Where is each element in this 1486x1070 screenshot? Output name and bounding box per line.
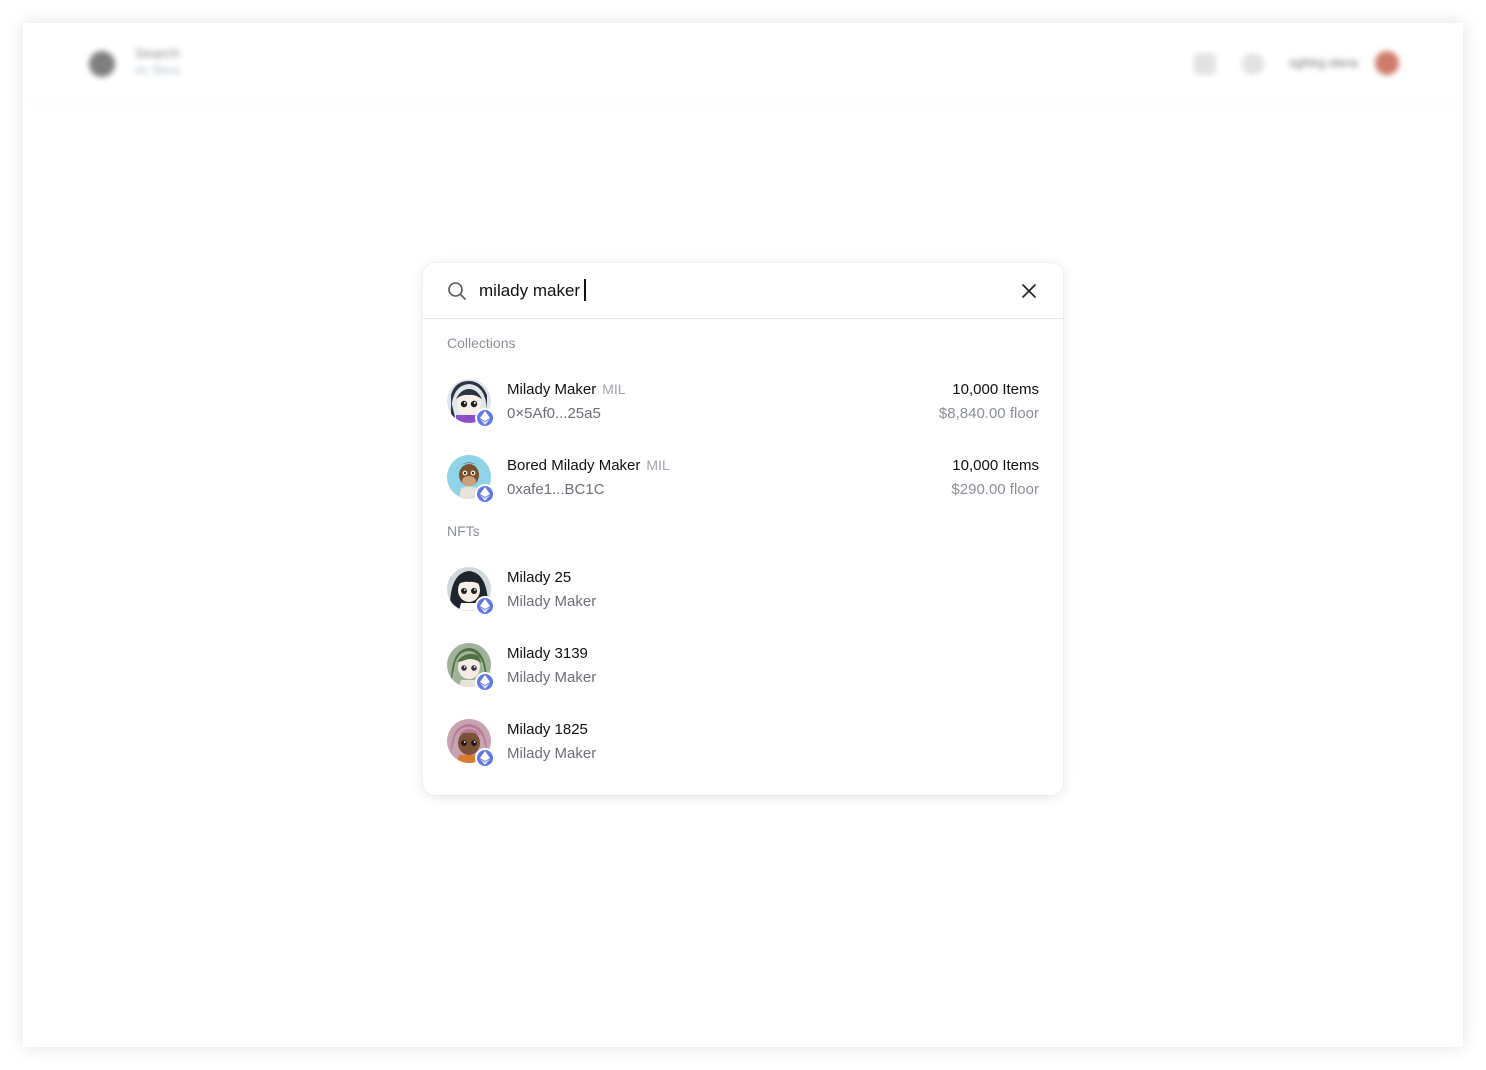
notes-icon[interactable] [1194, 53, 1216, 75]
topbar-search-title: Search [135, 45, 180, 61]
search-icon [448, 282, 466, 300]
nft-collection: Milady Maker [507, 593, 597, 610]
collection-items: 10,000 Items [952, 457, 1039, 474]
nft-row[interactable]: Milady 25 Milady Maker [447, 567, 1039, 619]
collection-title: Bored Milady Maker MIL [507, 457, 670, 474]
search-input[interactable]: milady maker [479, 279, 586, 303]
ethereum-icon [475, 484, 495, 504]
ethereum-icon [475, 596, 495, 616]
collection-name: Milady Maker [507, 381, 597, 398]
collection-ticker: MIL [602, 381, 626, 397]
avatar[interactable] [1375, 51, 1399, 75]
bell-icon[interactable] [1242, 53, 1264, 75]
collection-items: 10,000 Items [952, 381, 1039, 398]
ethereum-icon [475, 672, 495, 692]
search-modal: milady maker Collections Milady Maker MI… [423, 263, 1063, 795]
collection-title: Milady Maker MIL [507, 381, 626, 398]
nft-name: Milady 1825 [507, 721, 588, 738]
section-label-nfts: NFTs [447, 523, 480, 539]
section-label-collections: Collections [447, 335, 516, 351]
collection-name: Bored Milady Maker [507, 457, 641, 474]
collection-address: 0×5Af0...25a5 [507, 405, 601, 422]
collection-floor: $8,840.00 floor [938, 405, 1039, 422]
nft-row[interactable]: Milady 3139 Milady Maker [447, 643, 1039, 695]
collection-row[interactable]: Milady Maker MIL 0×5Af0...25a5 10,000 Ite… [447, 379, 1039, 431]
nft-name: Milady 3139 [507, 645, 588, 662]
topbar-search[interactable]: Search on Stera [135, 45, 180, 77]
app-window: Search on Stera sghtrg.stera milady make… [23, 23, 1463, 1047]
collection-floor: $290.00 floor [951, 481, 1039, 498]
text-caret [584, 279, 586, 302]
ethereum-icon [475, 408, 495, 428]
close-icon[interactable] [1019, 281, 1039, 301]
search-bar: milady maker [423, 263, 1063, 319]
nft-collection: Milady Maker [507, 745, 597, 762]
nft-row[interactable]: Milady 1825 Milady Maker [447, 719, 1039, 771]
collection-address: 0xafe1...BC1C [507, 481, 605, 498]
collection-ticker: MIL [646, 457, 670, 473]
ethereum-icon [475, 748, 495, 768]
collection-row[interactable]: Bored Milady Maker MIL 0xafe1...BC1C 10,0… [447, 455, 1039, 507]
topbar-search-subtitle: on Stera [135, 63, 181, 77]
username[interactable]: sghtrg.stera [1289, 55, 1358, 70]
top-bar: Search on Stera sghtrg.stera [23, 23, 1463, 103]
search-query: milady maker [479, 281, 581, 300]
logo[interactable] [89, 51, 115, 77]
nft-collection: Milady Maker [507, 669, 597, 686]
nft-name: Milady 25 [507, 569, 572, 586]
